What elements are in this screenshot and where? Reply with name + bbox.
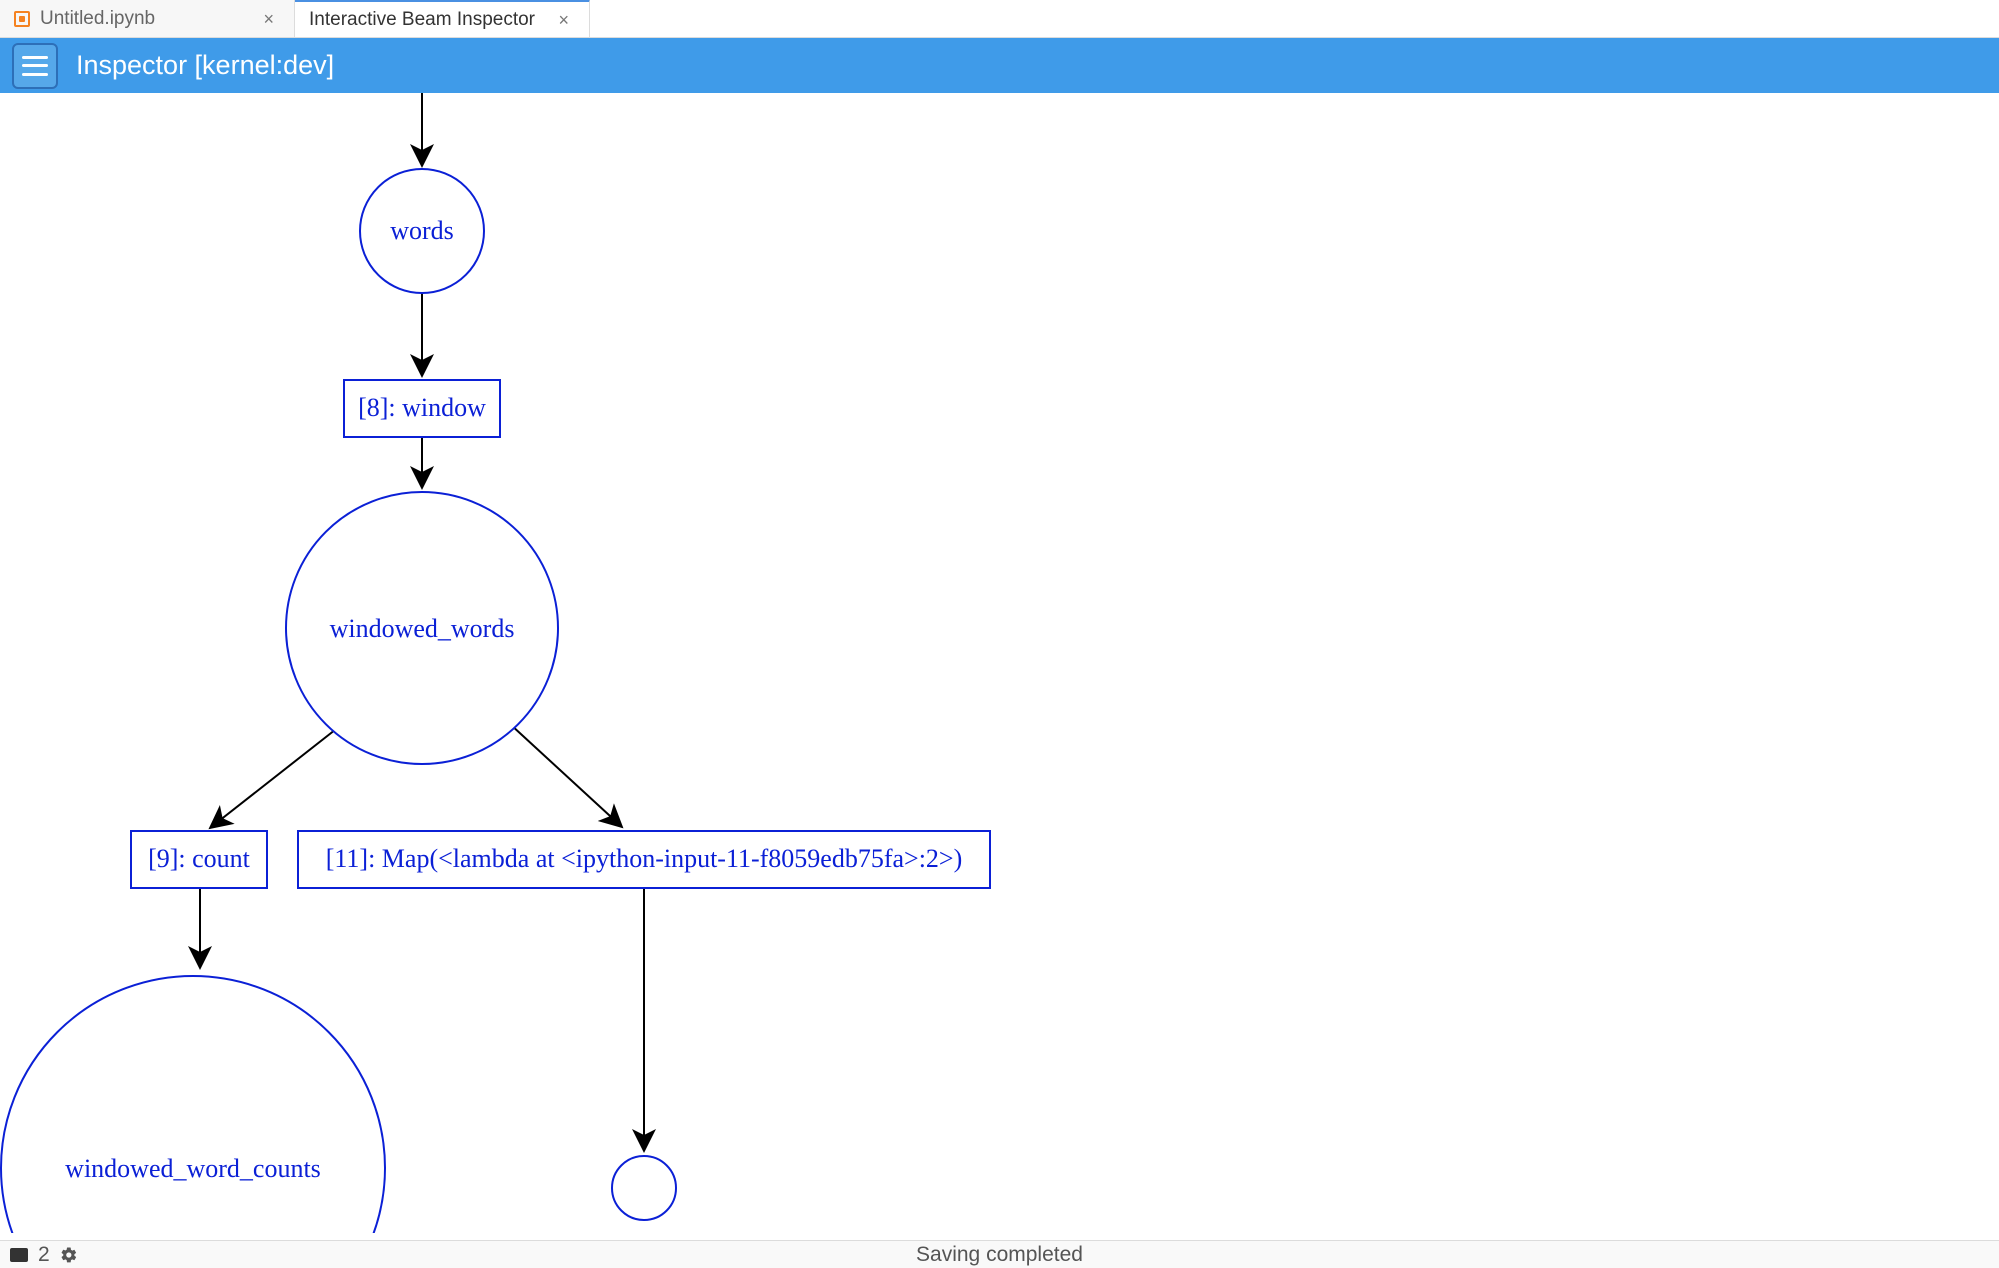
node-anonymous[interactable]	[612, 1156, 676, 1220]
node-map-label: [11]: Map(<lambda at <ipython-input-11-f…	[326, 844, 963, 873]
inspector-title: Inspector [kernel:dev]	[76, 50, 334, 81]
terminal-count: 2	[38, 1243, 50, 1267]
pipeline-graph[interactable]: words [8]: window windowed_words [9]: co…	[0, 93, 1999, 1223]
close-icon[interactable]: ×	[556, 9, 571, 31]
node-window[interactable]: [8]: window	[344, 380, 500, 437]
node-words[interactable]: words	[360, 169, 484, 293]
node-windowed-words[interactable]: windowed_words	[286, 492, 558, 764]
node-count-label: [9]: count	[148, 844, 251, 873]
terminal-icon[interactable]	[10, 1248, 28, 1262]
tab-label: Interactive Beam Inspector	[309, 9, 546, 31]
status-bar: 2 Saving completed	[0, 1240, 1999, 1268]
hamburger-icon	[22, 56, 48, 76]
tab-label: Untitled.ipynb	[40, 8, 251, 30]
status-left: 2	[10, 1243, 78, 1267]
node-windowed-word-counts-label: windowed_word_counts	[65, 1154, 321, 1183]
node-count[interactable]: [9]: count	[131, 831, 267, 888]
node-words-label: words	[390, 216, 454, 245]
notebook-icon	[14, 11, 30, 27]
status-message: Saving completed	[916, 1243, 1083, 1267]
close-icon[interactable]: ×	[261, 8, 276, 30]
tab-beam-inspector[interactable]: Interactive Beam Inspector ×	[295, 0, 590, 37]
node-map[interactable]: [11]: Map(<lambda at <ipython-input-11-f…	[298, 831, 990, 888]
hamburger-button[interactable]	[12, 43, 58, 89]
node-windowed-words-label: windowed_words	[330, 614, 515, 643]
settings-icon[interactable]	[60, 1246, 78, 1264]
node-window-label: [8]: window	[358, 393, 486, 422]
inspector-header: Inspector [kernel:dev]	[0, 38, 1999, 93]
tab-bar: Untitled.ipynb × Interactive Beam Inspec…	[0, 0, 1999, 38]
tab-untitled-notebook[interactable]: Untitled.ipynb ×	[0, 0, 295, 37]
node-windowed-word-counts[interactable]: windowed_word_counts	[1, 976, 385, 1233]
